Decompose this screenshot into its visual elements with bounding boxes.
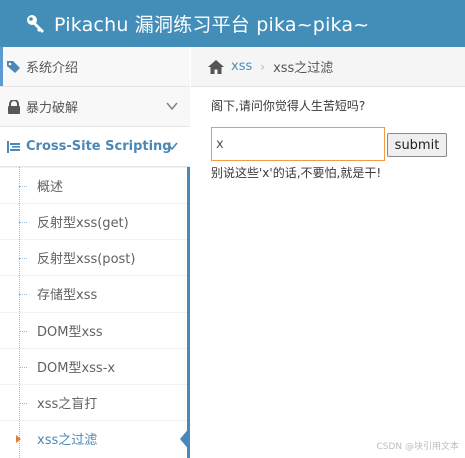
caret-right-icon <box>16 435 21 443</box>
chevron-down-icon[interactable] <box>166 140 178 152</box>
page-content: 阁下,请问你觉得人生苦短吗? submit 别说这些'x'的话,不要怕,就是干! <box>191 87 465 458</box>
breadcrumb-link-xss[interactable]: xss <box>231 59 252 74</box>
submenu-item-blind[interactable]: xss之盲打 <box>0 384 187 420</box>
submenu-item-filter[interactable]: xss之过滤 <box>0 420 190 456</box>
chevron-down-icon[interactable] <box>166 100 178 112</box>
xss-submenu: 概述 反射型xss(get) 反射型xss(post) 存储型xss DOM型x… <box>0 167 190 458</box>
submenu-item-stored[interactable]: 存储型xss <box>0 275 187 311</box>
sidebar-item-brute-force[interactable]: 暴力破解 <box>0 87 190 127</box>
breadcrumb-separator: › <box>260 59 266 74</box>
active-indicator-icon <box>180 427 190 451</box>
submenu-item-label: DOM型xss-x <box>37 361 116 376</box>
sidebar-item-label: 暴力破解 <box>26 101 79 116</box>
submenu-item-label: 概述 <box>37 180 64 195</box>
result-text: 别说这些'x'的话,不要怕,就是干! <box>211 166 382 180</box>
top-navbar: Pikachu 漏洞练习平台 pika~pika~ <box>0 0 465 47</box>
breadcrumb-current: xss之过滤 <box>273 61 334 76</box>
watermark: CSDN @块引用文本 <box>376 442 459 452</box>
sidebar-item-system-intro[interactable]: 系统介绍 <box>0 47 190 87</box>
breadcrumb: xss › xss之过滤 <box>191 47 465 87</box>
submit-button[interactable]: submit <box>387 133 447 157</box>
sidebar-item-label: Cross-Site Scripting <box>26 139 172 154</box>
submenu-item-label: 反射型xss(post) <box>37 252 136 267</box>
submenu-item-overview[interactable]: 概述 <box>0 167 187 203</box>
submenu-item-reflected-post[interactable]: 反射型xss(post) <box>0 239 187 275</box>
list-icon <box>7 140 20 153</box>
sidebar-item-cross-site-scripting[interactable]: Cross-Site Scripting <box>0 127 190 167</box>
submenu-item-dom-x[interactable]: DOM型xss-x <box>0 348 187 384</box>
submenu-item-label: xss之过滤 <box>37 433 98 448</box>
tags-icon <box>7 60 20 73</box>
submenu-item-dom[interactable]: DOM型xss <box>0 312 187 348</box>
app-title[interactable]: Pikachu 漏洞练习平台 pika~pika~ <box>54 10 369 37</box>
home-icon[interactable] <box>207 59 225 75</box>
question-text: 阁下,请问你觉得人生苦短吗? <box>211 99 366 113</box>
submenu-item-reflected-get[interactable]: 反射型xss(get) <box>0 203 187 239</box>
message-input[interactable] <box>211 127 385 161</box>
sidebar: 系统介绍 暴力破解 Cross-Site Scripting 概述 反射型xss… <box>0 47 190 458</box>
lock-icon <box>8 99 20 114</box>
submenu-item-label: 存储型xss <box>37 288 98 303</box>
submenu-item-label: xss之盲打 <box>37 397 98 412</box>
sidebar-item-label: 系统介绍 <box>26 61 79 76</box>
submenu-item-label: DOM型xss <box>37 325 103 340</box>
key-icon <box>27 14 44 33</box>
submenu-item-label: 反射型xss(get) <box>37 216 129 231</box>
